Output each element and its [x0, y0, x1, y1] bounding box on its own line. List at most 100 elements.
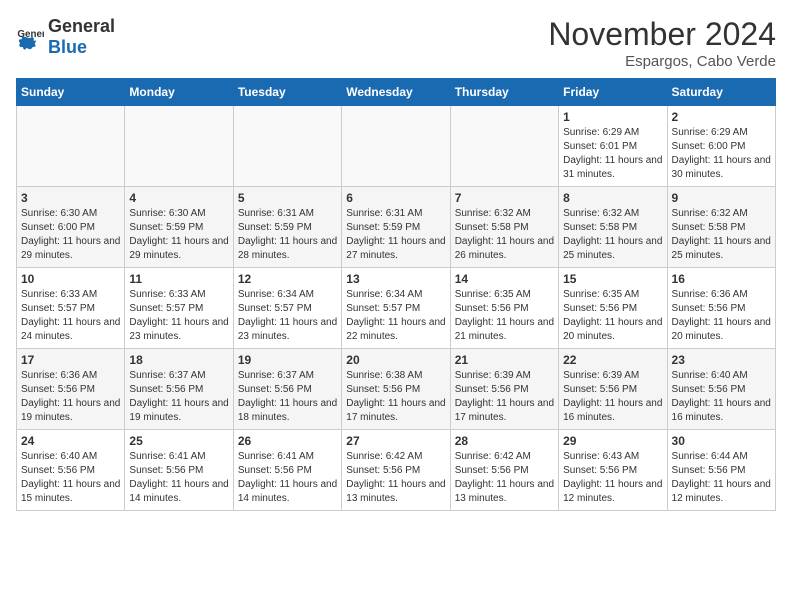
day-number: 7: [455, 191, 554, 205]
day-number: 22: [563, 353, 662, 367]
header-cell-monday: Monday: [125, 79, 233, 106]
day-info: Sunrise: 6:34 AM Sunset: 5:57 PM Dayligh…: [238, 288, 337, 344]
day-number: 2: [672, 110, 771, 124]
day-info: Sunrise: 6:42 AM Sunset: 5:56 PM Dayligh…: [455, 450, 554, 506]
calendar-cell: 22 Sunrise: 6:39 AM Sunset: 5:56 PM Dayli…: [559, 349, 667, 430]
day-info: Sunrise: 6:40 AM Sunset: 5:56 PM Dayligh…: [21, 450, 120, 506]
day-info: Sunrise: 6:31 AM Sunset: 5:59 PM Dayligh…: [346, 207, 445, 263]
day-info: Sunrise: 6:42 AM Sunset: 5:56 PM Dayligh…: [346, 450, 445, 506]
day-number: 5: [238, 191, 337, 205]
day-info: Sunrise: 6:40 AM Sunset: 5:56 PM Dayligh…: [672, 369, 771, 425]
week-row-3: 10 Sunrise: 6:33 AM Sunset: 5:57 PM Dayli…: [17, 268, 776, 349]
calendar-cell: 3Sunrise: 6:30 AM Sunset: 6:00 PM Daylig…: [17, 187, 125, 268]
calendar-cell: 13Sunrise: 6:34 AM Sunset: 5:57 PM Dayli…: [342, 268, 450, 349]
calendar-cell: 12 Sunrise: 6:34 AM Sunset: 5:57 PM Dayli…: [233, 268, 341, 349]
day-info: Sunrise: 6:44 AM Sunset: 5:56 PM Dayligh…: [672, 450, 771, 506]
logo-general: General: [48, 16, 115, 36]
day-number: 10: [21, 272, 120, 286]
day-info: Sunrise: 6:41 AM Sunset: 5:56 PM Dayligh…: [238, 450, 337, 506]
day-number: 23: [672, 353, 771, 367]
day-info: Sunrise: 6:30 AM Sunset: 5:59 PM Dayligh…: [129, 207, 228, 263]
calendar-cell: 28 Sunrise: 6:42 AM Sunset: 5:56 PM Dayli…: [450, 430, 558, 511]
calendar-cell: [17, 106, 125, 187]
header-cell-thursday: Thursday: [450, 79, 558, 106]
day-number: 14: [455, 272, 554, 286]
calendar-cell: 7 Sunrise: 6:32 AM Sunset: 5:58 PM Daylig…: [450, 187, 558, 268]
calendar-cell: [125, 106, 233, 187]
calendar-cell: 20 Sunrise: 6:38 AM Sunset: 5:56 PM Dayli…: [342, 349, 450, 430]
calendar-cell: 8Sunrise: 6:32 AM Sunset: 5:58 PM Daylig…: [559, 187, 667, 268]
day-number: 21: [455, 353, 554, 367]
day-info: Sunrise: 6:39 AM Sunset: 5:56 PM Dayligh…: [563, 369, 662, 425]
calendar-cell: 5Sunrise: 6:31 AM Sunset: 5:59 PM Daylig…: [233, 187, 341, 268]
day-number: 26: [238, 434, 337, 448]
header-cell-wednesday: Wednesday: [342, 79, 450, 106]
day-number: 12: [238, 272, 337, 286]
day-info: Sunrise: 6:35 AM Sunset: 5:56 PM Dayligh…: [563, 288, 662, 344]
day-info: Sunrise: 6:33 AM Sunset: 5:57 PM Dayligh…: [21, 288, 120, 344]
calendar-cell: 25 Sunrise: 6:41 AM Sunset: 5:56 PM Dayli…: [125, 430, 233, 511]
day-number: 28: [455, 434, 554, 448]
title-area: November 2024 Espargos, Cabo Verde: [548, 16, 776, 70]
day-info: Sunrise: 6:41 AM Sunset: 5:56 PM Dayligh…: [129, 450, 228, 506]
calendar-cell: 14 Sunrise: 6:35 AM Sunset: 5:56 PM Dayli…: [450, 268, 558, 349]
logo-icon: General: [16, 23, 44, 51]
day-number: 29: [563, 434, 662, 448]
calendar-cell: 1 Sunrise: 6:29 AM Sunset: 6:01 PM Daylig…: [559, 106, 667, 187]
logo-blue: Blue: [48, 37, 87, 57]
calendar-cell: 18Sunrise: 6:37 AM Sunset: 5:56 PM Dayli…: [125, 349, 233, 430]
day-info: Sunrise: 6:29 AM Sunset: 6:01 PM Dayligh…: [563, 126, 662, 182]
day-info: Sunrise: 6:32 AM Sunset: 5:58 PM Dayligh…: [563, 207, 662, 263]
day-info: Sunrise: 6:36 AM Sunset: 5:56 PM Dayligh…: [672, 288, 771, 344]
day-number: 19: [238, 353, 337, 367]
calendar-cell: [342, 106, 450, 187]
day-info: Sunrise: 6:36 AM Sunset: 5:56 PM Dayligh…: [21, 369, 120, 425]
calendar-table: SundayMondayTuesdayWednesdayThursdayFrid…: [16, 78, 776, 511]
day-number: 24: [21, 434, 120, 448]
calendar-cell: 17 Sunrise: 6:36 AM Sunset: 5:56 PM Dayli…: [17, 349, 125, 430]
header-cell-sunday: Sunday: [17, 79, 125, 106]
day-number: 13: [346, 272, 445, 286]
week-row-2: 3Sunrise: 6:30 AM Sunset: 6:00 PM Daylig…: [17, 187, 776, 268]
day-info: Sunrise: 6:32 AM Sunset: 5:58 PM Dayligh…: [455, 207, 554, 263]
logo: General General Blue: [16, 16, 115, 58]
calendar-cell: 27 Sunrise: 6:42 AM Sunset: 5:56 PM Dayli…: [342, 430, 450, 511]
calendar-cell: 10 Sunrise: 6:33 AM Sunset: 5:57 PM Dayli…: [17, 268, 125, 349]
week-row-1: 1 Sunrise: 6:29 AM Sunset: 6:01 PM Daylig…: [17, 106, 776, 187]
calendar-cell: 9Sunrise: 6:32 AM Sunset: 5:58 PM Daylig…: [667, 187, 775, 268]
day-number: 6: [346, 191, 445, 205]
day-number: 4: [129, 191, 228, 205]
day-number: 30: [672, 434, 771, 448]
day-info: Sunrise: 6:29 AM Sunset: 6:00 PM Dayligh…: [672, 126, 771, 182]
calendar-cell: 29Sunrise: 6:43 AM Sunset: 5:56 PM Dayli…: [559, 430, 667, 511]
day-info: Sunrise: 6:33 AM Sunset: 5:57 PM Dayligh…: [129, 288, 228, 344]
calendar-cell: 15 Sunrise: 6:35 AM Sunset: 5:56 PM Dayli…: [559, 268, 667, 349]
day-info: Sunrise: 6:39 AM Sunset: 5:56 PM Dayligh…: [455, 369, 554, 425]
calendar-cell: 4 Sunrise: 6:30 AM Sunset: 5:59 PM Daylig…: [125, 187, 233, 268]
calendar-cell: [450, 106, 558, 187]
calendar-cell: 24 Sunrise: 6:40 AM Sunset: 5:56 PM Dayli…: [17, 430, 125, 511]
day-number: 25: [129, 434, 228, 448]
day-number: 27: [346, 434, 445, 448]
day-info: Sunrise: 6:38 AM Sunset: 5:56 PM Dayligh…: [346, 369, 445, 425]
header-cell-friday: Friday: [559, 79, 667, 106]
header: General General Blue November 2024 Espar…: [16, 16, 776, 70]
day-info: Sunrise: 6:30 AM Sunset: 6:00 PM Dayligh…: [21, 207, 120, 263]
week-row-5: 24 Sunrise: 6:40 AM Sunset: 5:56 PM Dayli…: [17, 430, 776, 511]
calendar-cell: 16 Sunrise: 6:36 AM Sunset: 5:56 PM Dayli…: [667, 268, 775, 349]
day-number: 17: [21, 353, 120, 367]
day-number: 15: [563, 272, 662, 286]
calendar-cell: 19Sunrise: 6:37 AM Sunset: 5:56 PM Dayli…: [233, 349, 341, 430]
day-info: Sunrise: 6:37 AM Sunset: 5:56 PM Dayligh…: [129, 369, 228, 425]
calendar-cell: 11Sunrise: 6:33 AM Sunset: 5:57 PM Dayli…: [125, 268, 233, 349]
day-info: Sunrise: 6:32 AM Sunset: 5:58 PM Dayligh…: [672, 207, 771, 263]
day-number: 1: [563, 110, 662, 124]
week-row-4: 17 Sunrise: 6:36 AM Sunset: 5:56 PM Dayli…: [17, 349, 776, 430]
day-info: Sunrise: 6:35 AM Sunset: 5:56 PM Dayligh…: [455, 288, 554, 344]
day-number: 20: [346, 353, 445, 367]
month-title: November 2024: [548, 16, 776, 53]
calendar-cell: 30 Sunrise: 6:44 AM Sunset: 5:56 PM Dayli…: [667, 430, 775, 511]
day-number: 16: [672, 272, 771, 286]
header-row: SundayMondayTuesdayWednesdayThursdayFrid…: [17, 79, 776, 106]
calendar-cell: 21 Sunrise: 6:39 AM Sunset: 5:56 PM Dayli…: [450, 349, 558, 430]
